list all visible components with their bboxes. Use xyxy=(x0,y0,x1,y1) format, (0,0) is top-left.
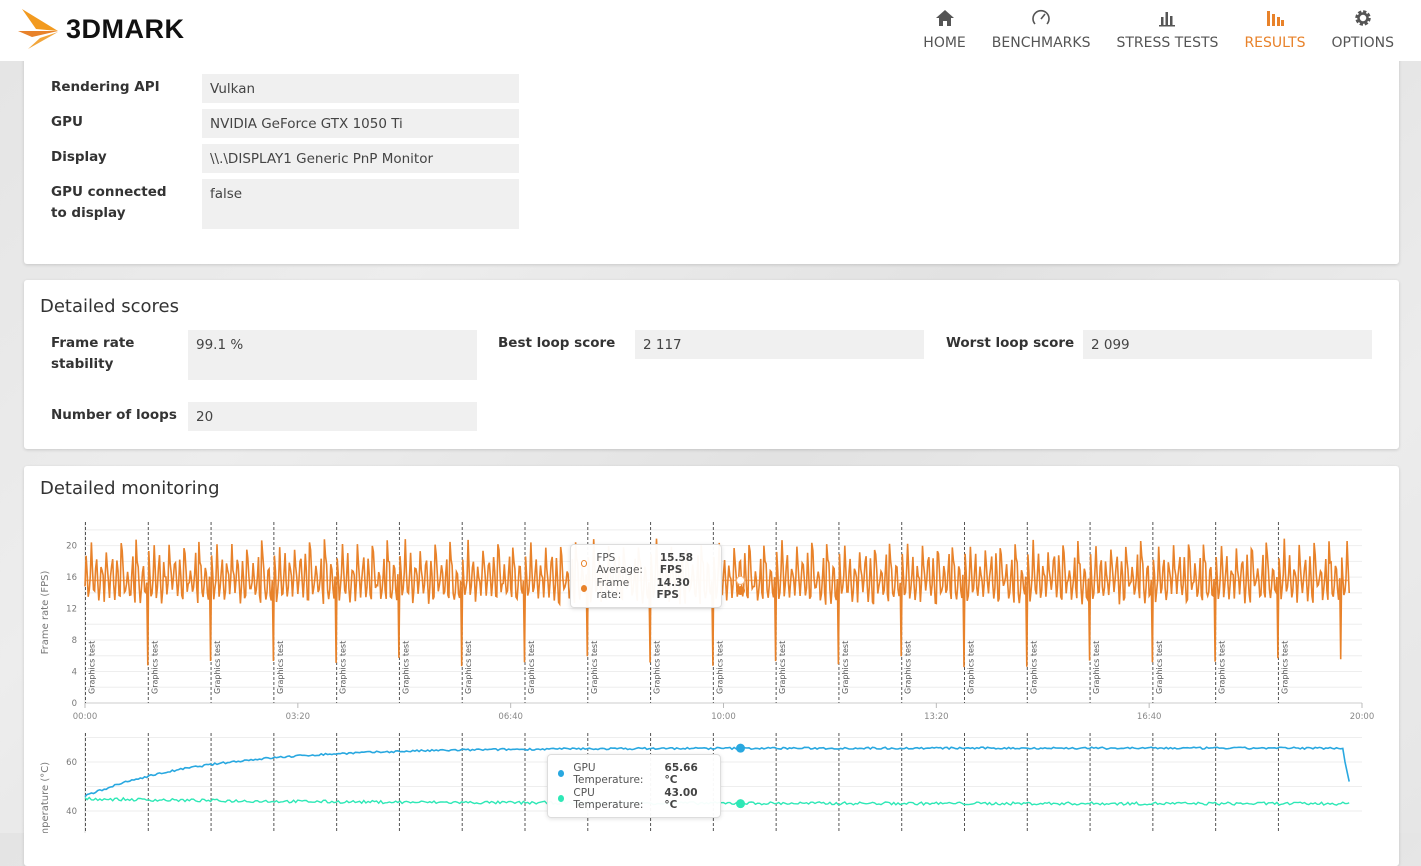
y-tick-label: 60 xyxy=(66,758,77,768)
y-axis-label: Frame rate (FPS) xyxy=(40,571,51,655)
loop-marker-label: Graphics test xyxy=(1218,641,1227,694)
fps-average-hover-point xyxy=(736,575,746,585)
nav-home[interactable]: HOME xyxy=(910,8,978,51)
gpu-hover-point xyxy=(736,743,746,753)
loop-marker-label: Graphics test xyxy=(1092,641,1101,694)
tooltip-label: Frame rate: xyxy=(596,576,630,601)
y-tick-label: 40 xyxy=(66,807,77,817)
nav-results[interactable]: RESULTS xyxy=(1231,8,1318,51)
loop-marker-label: Graphics test xyxy=(904,641,913,694)
3dmark-logo[interactable]: 3DMARK xyxy=(18,6,185,52)
nav-label: HOME xyxy=(923,35,966,51)
loop-marker-label: Graphics test xyxy=(841,641,850,694)
loop-marker-label: Graphics test xyxy=(590,641,599,694)
y-axis-label: Temperature (°C) xyxy=(40,762,51,833)
bar-chart-icon xyxy=(1159,12,1176,27)
logo-mark-icon xyxy=(18,9,58,49)
fps-average-legend-icon xyxy=(581,560,588,567)
loop-marker-label: Graphics test xyxy=(339,641,348,694)
monitoring-charts[interactable]: 0 4 8 12 16 20 00:00 03:20 06:40 10:00 13:20 16:40 2… xyxy=(0,0,1421,833)
y-tick-label: 8 xyxy=(72,636,77,646)
tooltip-value: 15.58 FPS xyxy=(659,551,694,576)
x-tick-label: 00:00 xyxy=(73,712,98,722)
main-nav: HOME BENCHMARKS STRESS TESTS RESULTS OPT… xyxy=(910,8,1407,51)
cpu-hover-point xyxy=(736,799,746,809)
y-tick-label: 16 xyxy=(66,573,77,583)
y-tick-label: 0 xyxy=(72,699,77,709)
temperature-tooltip: GPU Temperature: 65.66 °C CPU Temperature… xyxy=(547,754,721,818)
nav-label: STRESS TESTS xyxy=(1116,35,1219,51)
x-tick-label: 16:40 xyxy=(1137,712,1162,722)
x-tick-label: 03:20 xyxy=(286,712,311,722)
results-icon xyxy=(1266,11,1284,26)
nav-label: RESULTS xyxy=(1244,35,1306,51)
loop-marker-label: Graphics test xyxy=(464,641,473,694)
nav-label: OPTIONS xyxy=(1331,35,1394,51)
gpu-legend-icon xyxy=(558,770,565,777)
loop-marker-label: Graphics test xyxy=(213,641,222,694)
nav-label: BENCHMARKS xyxy=(991,35,1091,51)
tooltip-value: 14.30 FPS xyxy=(656,576,690,601)
x-tick-label: 10:00 xyxy=(711,712,736,722)
nav-stress-tests[interactable]: STRESS TESTS xyxy=(1103,8,1231,51)
loop-marker-label: Graphics test xyxy=(527,641,536,694)
frame-rate-legend-icon xyxy=(581,585,588,592)
cpu-legend-icon xyxy=(558,795,565,802)
loop-marker-label: Graphics test xyxy=(967,641,976,694)
loop-marker-label: Graphics test xyxy=(653,641,662,694)
tooltip-label: FPS Average: xyxy=(596,551,643,576)
loop-marker-label: Graphics test xyxy=(88,641,97,694)
tooltip-label: GPU Temperature: xyxy=(573,761,644,786)
fps-tooltip: FPS Average: 15.58 FPS Frame rate: 14.30 F… xyxy=(570,544,722,608)
nav-benchmarks[interactable]: BENCHMARKS xyxy=(979,8,1104,51)
loop-marker-label: Graphics test xyxy=(778,641,787,694)
loop-marker-label: Graphics test xyxy=(150,641,159,694)
frame-rate-hover-point xyxy=(736,585,746,595)
app-header: 3DMARK HOME BENCHMARKS STRESS TESTS RESU… xyxy=(0,0,1421,61)
gauge-icon xyxy=(1032,9,1050,25)
x-tick-label: 13:20 xyxy=(924,712,949,722)
y-tick-label: 12 xyxy=(66,605,77,615)
x-tick-label: 06:40 xyxy=(498,712,523,722)
loop-marker-label: Graphics test xyxy=(1280,641,1289,694)
home-icon xyxy=(935,10,954,26)
gear-icon xyxy=(1354,10,1371,26)
y-tick-label: 4 xyxy=(72,668,77,678)
y-tick-label: 20 xyxy=(66,542,77,552)
loop-marker-label: Graphics test xyxy=(1029,641,1038,694)
brand-name: 3DMARK xyxy=(66,13,185,44)
tooltip-value: 43.00 °C xyxy=(664,786,698,811)
loop-marker-label: Graphics test xyxy=(715,641,724,694)
loop-marker-label: Graphics test xyxy=(276,641,285,694)
loop-marker-label: Graphics test xyxy=(401,641,410,694)
loop-marker-label: Graphics test xyxy=(1155,641,1164,694)
nav-options[interactable]: OPTIONS xyxy=(1318,8,1407,51)
tooltip-value: 65.66 °C xyxy=(664,761,698,786)
x-tick-label: 20:00 xyxy=(1350,712,1375,722)
tooltip-label: CPU Temperature: xyxy=(573,786,644,811)
